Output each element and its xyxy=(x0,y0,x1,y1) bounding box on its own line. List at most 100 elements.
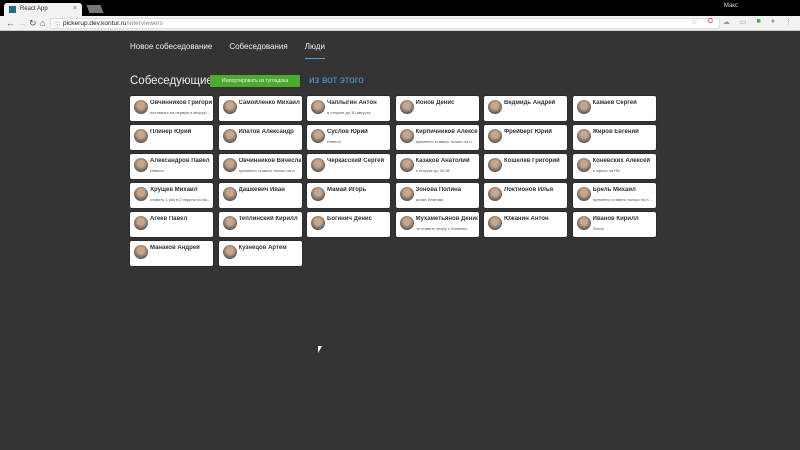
avatar xyxy=(311,187,325,201)
avatar xyxy=(222,245,237,259)
person-name: Теплинский Кирилл xyxy=(238,216,298,222)
extensions: ☆ O ☁ ▭ ■ ● ⋮ xyxy=(691,18,792,26)
person-card[interactable]: Плинер Юрий xyxy=(130,125,213,150)
forward-icon[interactable]: → xyxy=(18,18,27,28)
person-name: Овчинников Вячеслав xyxy=(238,158,301,164)
address-bar[interactable]: ⓘ pickerup.dev.kontur.ru/interviewers xyxy=(50,18,720,29)
browser-tab[interactable]: React App × xyxy=(4,3,82,16)
person-card[interactable]: Казаков Анатолий в отпуске до 30.08 xyxy=(395,154,479,179)
person-card[interactable]: Коневских Алексей в офисе на НВ xyxy=(572,154,656,179)
person-name: Дашкевич Иван xyxy=(238,187,285,193)
tab-title: React App xyxy=(20,6,48,12)
person-card[interactable]: Брель Михаил временно ставить только на н… xyxy=(572,183,656,208)
top-nav: Новое собеседование Собеседования Люди xyxy=(130,42,325,59)
person-card[interactable]: Овчинников Григорий поставить на первую и… xyxy=(130,96,213,121)
person-name: Овчинников Григорий xyxy=(150,100,212,106)
opera-extension-icon[interactable]: O xyxy=(707,18,712,26)
avatar xyxy=(311,100,325,114)
person-card[interactable]: Локтионов Илья xyxy=(484,183,567,208)
person-card[interactable]: Агеев Павел xyxy=(130,212,213,237)
person-card[interactable]: Богинич Денис xyxy=(307,212,390,237)
person-card[interactable]: Южанин Антон xyxy=(484,212,567,237)
avatar xyxy=(134,100,148,114)
person-card[interactable]: Фрейберг Юрий xyxy=(484,125,567,150)
info-icon: ⓘ xyxy=(54,23,61,29)
person-name: Хрущев Михаил xyxy=(150,187,198,193)
reload-icon[interactable]: ↻ xyxy=(29,18,37,29)
person-note: Инвеон xyxy=(327,139,341,144)
person-name: Ведмидь Андрей xyxy=(504,100,556,106)
mouse-cursor xyxy=(318,346,322,353)
source-link[interactable]: из вот этого xyxy=(309,75,364,86)
person-card[interactable]: Александров Павел Инвеон xyxy=(130,154,213,179)
avatar xyxy=(311,216,325,230)
person-note: в офисе на НВ xyxy=(592,168,620,173)
close-tab-icon[interactable]: × xyxy=(73,5,77,12)
person-card[interactable]: Хрущев Михаил ставить 1 раз в 2 недели по… xyxy=(130,183,213,208)
nav-new-interview[interactable]: Новое собеседование xyxy=(130,42,212,59)
menu-icon[interactable]: ⋮ xyxy=(785,18,792,26)
person-note: временно ставить только на н... xyxy=(238,168,298,173)
bookmark-star-icon[interactable]: ☆ xyxy=(691,18,697,26)
person-card[interactable]: Самойленко Михаил xyxy=(218,96,302,121)
person-name: Александров Павел xyxy=(150,158,210,164)
person-card[interactable]: Зонова Полина кроме Ипатова xyxy=(395,183,479,208)
person-card[interactable]: Ведмидь Андрей xyxy=(484,96,567,121)
person-card[interactable]: Чаплыгин Антон в отпуске до 30 августа xyxy=(307,96,390,121)
person-card[interactable]: Суслов Юрий Инвеон xyxy=(307,125,390,150)
person-card[interactable]: Мухаметьянов Денис не ставить втору с Фом… xyxy=(395,212,479,237)
person-name: Иванов Кирилл xyxy=(592,216,639,222)
avatar xyxy=(576,187,591,201)
avatar xyxy=(488,216,502,230)
person-name: Кошелев Григорий xyxy=(504,158,560,164)
green-extension-icon[interactable]: ■ xyxy=(757,18,761,26)
person-card[interactable]: Кирпичников Алексей временно ставить толь… xyxy=(395,125,479,150)
new-tab-button[interactable] xyxy=(86,5,104,13)
person-card[interactable]: Кошелев Григорий xyxy=(484,154,567,179)
nav-people[interactable]: Люди xyxy=(304,42,325,59)
avatar xyxy=(399,100,414,114)
person-name: Суслов Юрий xyxy=(327,129,368,135)
avatar xyxy=(488,100,502,114)
people-grid: Овчинников Григорий поставить на первую и… xyxy=(130,96,656,266)
person-card[interactable]: Иванов Кирилл Питер xyxy=(572,212,656,237)
person-note: в отпуске до 30.08 xyxy=(415,168,450,173)
url-path: /interviewers xyxy=(126,20,163,27)
home-icon[interactable]: ⌂ xyxy=(40,18,45,28)
person-card[interactable]: Черкасский Сергей xyxy=(307,154,390,179)
globe-extension-icon[interactable]: ● xyxy=(771,18,775,26)
person-card[interactable]: Овчинников Вячеслав временно ставить толь… xyxy=(218,154,302,179)
person-card[interactable]: Кузнецов Артем xyxy=(218,241,302,266)
cast-extension-icon[interactable]: ▭ xyxy=(740,18,747,26)
react-favicon-icon xyxy=(9,6,16,13)
person-name: Манаков Андрей xyxy=(150,245,200,251)
person-card[interactable]: Мамай Игорь xyxy=(307,183,390,208)
avatar xyxy=(399,187,414,201)
avatar xyxy=(134,187,148,201)
back-icon[interactable]: ← xyxy=(6,18,15,28)
person-card[interactable]: Ионов Денис xyxy=(395,96,479,121)
avatar xyxy=(134,216,148,230)
avatar xyxy=(399,216,414,230)
profile-name[interactable]: Макс xyxy=(724,3,738,9)
person-note: Инвеон xyxy=(150,168,164,173)
person-note: временно ставить только на н... xyxy=(592,197,652,202)
person-name: Казаков Анатолий xyxy=(415,158,470,164)
person-note: поставить на первую и вторую ... xyxy=(150,110,210,115)
person-card[interactable]: Дашкевич Иван xyxy=(218,183,302,208)
person-card[interactable]: Жиров Евгений xyxy=(572,125,656,150)
import-button[interactable]: Импортировать из гугладока xyxy=(210,75,300,87)
person-card[interactable]: Манаков Андрей xyxy=(130,241,213,266)
person-name: Локтионов Илья xyxy=(504,187,554,193)
person-name: Мухаметьянов Денис xyxy=(415,216,478,222)
person-card[interactable]: Камаев Сергей xyxy=(572,96,656,121)
person-name: Ионов Денис xyxy=(415,100,455,106)
nav-interviews[interactable]: Собеседования xyxy=(229,42,287,59)
cloud-extension-icon[interactable]: ☁ xyxy=(723,18,730,26)
person-name: Ипатов Александр xyxy=(238,129,294,135)
person-note: в отпуске до 30 августа xyxy=(327,110,371,115)
person-name: Чаплыгин Антон xyxy=(327,100,377,106)
person-card[interactable]: Теплинский Кирилл xyxy=(218,212,302,237)
person-name: Кирпичников Алексей xyxy=(415,129,478,135)
person-card[interactable]: Ипатов Александр xyxy=(218,125,302,150)
